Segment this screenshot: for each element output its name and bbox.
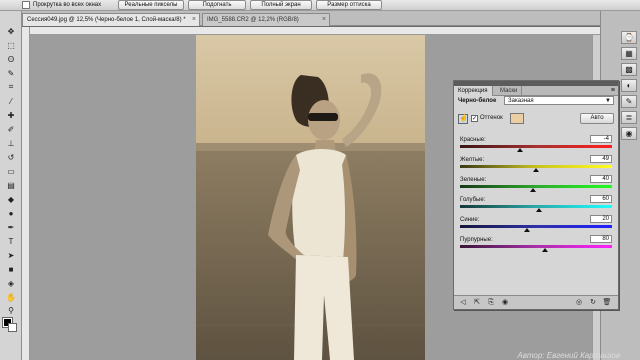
slider-track[interactable] bbox=[460, 245, 612, 248]
expand-view-icon[interactable]: ⇱ bbox=[472, 298, 482, 308]
eraser-tool-icon[interactable]: ▭ bbox=[4, 165, 18, 177]
slider-value-field[interactable]: 40 bbox=[590, 175, 612, 183]
path-selection-tool-icon[interactable]: ➤ bbox=[4, 249, 18, 261]
adjustment-name: Черно-белое bbox=[458, 98, 497, 104]
slider-value-field[interactable]: -4 bbox=[590, 135, 612, 143]
slider-row: Зеленые: 40 bbox=[458, 175, 614, 197]
visibility-eye-icon[interactable]: ◉ bbox=[500, 298, 510, 308]
slider-label: Синие: bbox=[460, 217, 480, 223]
slider-thumb[interactable] bbox=[532, 168, 539, 172]
gradient-tool-icon[interactable]: ▤ bbox=[4, 179, 18, 191]
targeted-adjustment-icon[interactable]: ☝ bbox=[458, 114, 468, 124]
slider-value-field[interactable]: 20 bbox=[590, 215, 612, 223]
lasso-tool-icon[interactable]: ʘ bbox=[4, 53, 18, 65]
slider-row: Пурпурные: 80 bbox=[458, 235, 614, 257]
slider-track[interactable] bbox=[460, 225, 612, 228]
tint-color-swatch[interactable] bbox=[510, 113, 524, 124]
document-tab-session049[interactable]: Сессия049.jpg @ 12,5% (Черно-белое 1, Сл… bbox=[22, 13, 200, 26]
slider-row: Красные: -4 bbox=[458, 135, 614, 157]
options-bar: Прокрутка во всех окнах Реальные пикселы… bbox=[0, 0, 640, 11]
clone-stamp-tool-icon[interactable]: ⊥ bbox=[4, 137, 18, 149]
slider-value-field[interactable]: 49 bbox=[590, 155, 612, 163]
blur-tool-icon[interactable]: ◆ bbox=[4, 193, 18, 205]
navigator-panel-icon[interactable]: ▦ bbox=[621, 47, 637, 60]
clip-to-layer-icon[interactable]: ⎘ bbox=[486, 298, 496, 308]
slider-row: Голубые: 60 bbox=[458, 195, 614, 217]
actual-pixels-button[interactable]: Реальные пикселы bbox=[118, 0, 184, 10]
history-brush-tool-icon[interactable]: ↺ bbox=[4, 151, 18, 163]
type-tool-icon[interactable]: T bbox=[4, 235, 18, 247]
tab-adjustments[interactable]: Коррекция bbox=[454, 86, 493, 96]
pen-tool-icon[interactable]: ✒ bbox=[4, 221, 18, 233]
slider-thumb[interactable] bbox=[542, 248, 549, 252]
sepia-photo-illustration bbox=[196, 35, 425, 360]
slider-label: Голубые: bbox=[460, 197, 486, 203]
brush-panel-icon[interactable]: ✎ bbox=[621, 95, 637, 108]
author-watermark: Автор: Евгений Карташов bbox=[517, 351, 620, 360]
panel-footer: ◁ ⇱ ⎘ ◉ ◎ ↻ 🗑 bbox=[454, 295, 618, 309]
chevron-down-icon: ▼ bbox=[605, 98, 611, 104]
auto-button[interactable]: Авто bbox=[580, 113, 614, 124]
slider-label: Красные: bbox=[460, 137, 486, 143]
document-tab-label: Сессия049.jpg @ 12,5% (Черно-белое 1, Сл… bbox=[27, 17, 186, 23]
slider-thumb[interactable] bbox=[516, 148, 523, 152]
healing-brush-tool-icon[interactable]: ✚ bbox=[4, 109, 18, 121]
channels-panel-icon[interactable]: ◉ bbox=[621, 127, 637, 140]
3d-tool-icon[interactable]: ◈ bbox=[4, 277, 18, 289]
shape-tool-icon[interactable]: ■ bbox=[4, 263, 18, 275]
zoom-tool-icon[interactable]: ⚲ bbox=[4, 304, 18, 316]
swatches-panel-icon[interactable]: ▩ bbox=[621, 63, 637, 76]
tools-panel: ✥ ⬚ ʘ ✎ ⌗ ⁄ ✚ ✐ ⊥ ↺ ▭ ▤ ◆ ● ✒ T ➤ ■ ◈ ✋ … bbox=[0, 11, 22, 360]
document-tab-img5588[interactable]: IMG_5588.CR2 @ 12,2% (RGB/8) × bbox=[202, 13, 330, 26]
tint-checkbox[interactable]: ✓ bbox=[471, 115, 478, 122]
history-panel-icon[interactable]: ⌚ bbox=[621, 31, 637, 44]
horizontal-ruler bbox=[22, 27, 600, 35]
slider-thumb[interactable] bbox=[523, 228, 530, 232]
brush-tool-icon[interactable]: ✐ bbox=[4, 123, 18, 135]
tab-masks[interactable]: Маски bbox=[496, 86, 523, 96]
panel-menu-icon[interactable]: ≡ bbox=[611, 86, 615, 96]
slider-label: Зеленые: bbox=[460, 177, 487, 183]
slider-track[interactable] bbox=[460, 145, 612, 148]
slider-thumb[interactable] bbox=[529, 188, 536, 192]
background-color-swatch[interactable] bbox=[8, 323, 17, 332]
document-image[interactable] bbox=[196, 35, 425, 360]
document-tab-label: IMG_5588.CR2 @ 12,2% (RGB/8) bbox=[207, 17, 299, 23]
view-previous-icon[interactable]: ◎ bbox=[574, 298, 584, 308]
slider-row: Желтые: 49 bbox=[458, 155, 614, 177]
panel-tab-strip: Коррекция Маски ≡ bbox=[454, 86, 618, 96]
adjustments-panel-icon[interactable]: ◐ bbox=[621, 79, 637, 92]
full-screen-button[interactable]: Полный экран bbox=[250, 0, 312, 10]
hand-tool-icon[interactable]: ✋ bbox=[4, 291, 18, 303]
adjustments-panel: Коррекция Маски ≡ Черно-белое Заказная ▼… bbox=[453, 80, 619, 310]
close-icon[interactable]: × bbox=[322, 14, 326, 26]
trash-icon[interactable]: 🗑 bbox=[602, 298, 612, 308]
quick-selection-tool-icon[interactable]: ✎ bbox=[4, 67, 18, 79]
layers-panel-icon[interactable]: ≣ bbox=[621, 111, 637, 124]
document-tab-bar: Сессия049.jpg @ 12,5% (Черно-белое 1, Сл… bbox=[22, 11, 600, 26]
slider-label: Желтые: bbox=[460, 157, 485, 163]
crop-tool-icon[interactable]: ⌗ bbox=[4, 81, 18, 93]
slider-track[interactable] bbox=[460, 185, 612, 188]
vertical-ruler bbox=[22, 27, 30, 360]
slider-label: Пурпурные: bbox=[460, 237, 493, 243]
return-to-list-icon[interactable]: ◁ bbox=[458, 298, 468, 308]
preset-value: Заказная bbox=[508, 98, 534, 104]
move-tool-icon[interactable]: ✥ bbox=[4, 25, 18, 37]
scroll-all-windows-label: Прокрутка во всех окнах bbox=[33, 2, 102, 8]
dodge-tool-icon[interactable]: ● bbox=[4, 207, 18, 219]
slider-row: Синие: 20 bbox=[458, 215, 614, 237]
tint-label: Оттенок bbox=[480, 115, 503, 121]
slider-thumb[interactable] bbox=[536, 208, 543, 212]
slider-value-field[interactable]: 80 bbox=[590, 235, 612, 243]
slider-value-field[interactable]: 60 bbox=[590, 195, 612, 203]
preset-select[interactable]: Заказная ▼ bbox=[504, 96, 614, 105]
print-size-button[interactable]: Размер оттиска bbox=[316, 0, 382, 10]
fit-screen-button[interactable]: Подогнать bbox=[188, 0, 246, 10]
reset-icon[interactable]: ↻ bbox=[588, 298, 598, 308]
marquee-tool-icon[interactable]: ⬚ bbox=[4, 39, 18, 51]
eyedropper-tool-icon[interactable]: ⁄ bbox=[4, 95, 18, 107]
close-icon[interactable]: × bbox=[192, 14, 196, 26]
scroll-all-windows-checkbox[interactable] bbox=[22, 1, 30, 9]
